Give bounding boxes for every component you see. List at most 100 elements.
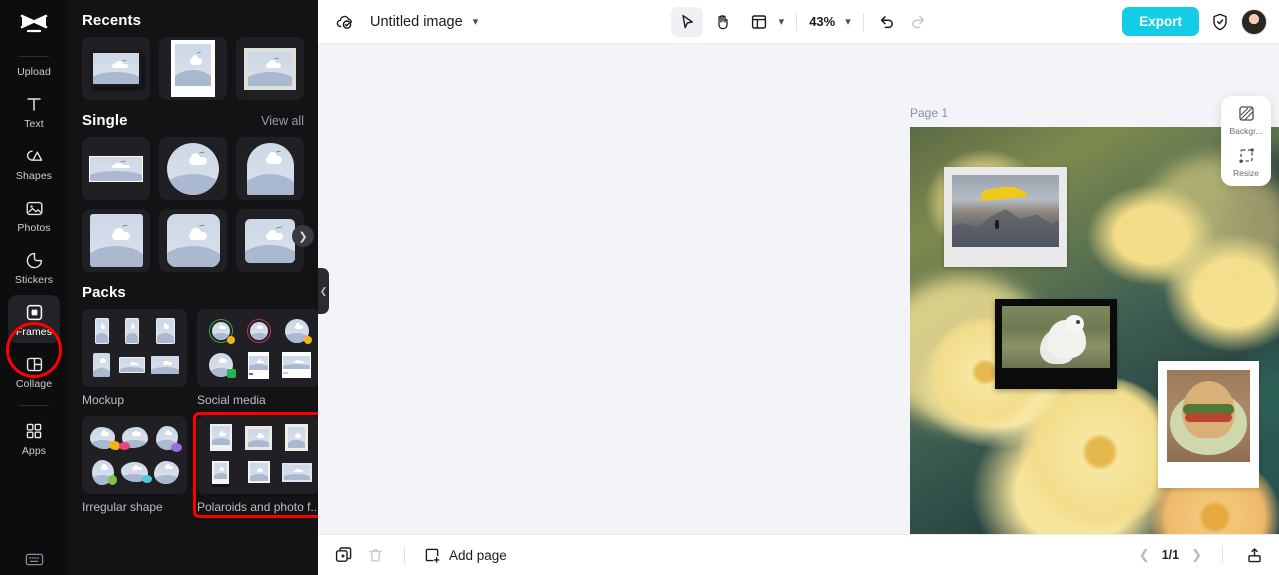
sidebar-item-label: Photos xyxy=(17,222,51,234)
pack-thumb-mockup xyxy=(82,309,187,387)
sidebar-item-label: Text xyxy=(24,118,44,130)
pack-social-media[interactable]: Social media xyxy=(197,309,318,407)
packs-header: Packs xyxy=(82,272,304,309)
frames-icon xyxy=(23,301,45,323)
left-rail: Upload Text Shapes Photos Stickers Frame… xyxy=(0,0,68,575)
chevron-left-icon[interactable]: ❮ xyxy=(318,268,329,314)
frame-thumb-dark-shadow[interactable] xyxy=(82,37,150,100)
mountain-shape xyxy=(952,209,1059,247)
single-grid-row1 xyxy=(82,137,304,200)
sidebar-item-upload[interactable]: Upload xyxy=(8,48,60,83)
recents-title: Recents xyxy=(82,12,142,29)
canvas-tools: ▾ 43% ▾ xyxy=(670,6,930,37)
sidebar-item-label: Upload xyxy=(17,66,51,78)
canvas-area[interactable]: Page 1 Backgr... Resize xyxy=(318,44,1279,534)
paraglider-polaroid-frame[interactable] xyxy=(944,167,1067,267)
sidebar-item-label: Shapes xyxy=(15,170,53,182)
puppy-black-frame[interactable] xyxy=(995,299,1117,389)
export-tray-icon[interactable] xyxy=(1243,544,1265,566)
background-button[interactable]: Backgr... xyxy=(1221,104,1271,136)
burger-photo xyxy=(1167,370,1250,462)
chevron-right-icon[interactable]: ❯ xyxy=(1191,547,1202,563)
trash-icon[interactable] xyxy=(364,544,386,566)
bottombar-divider xyxy=(404,546,405,564)
background-icon xyxy=(1237,104,1256,123)
sidebar-item-label: Apps xyxy=(21,445,47,457)
top-toolbar: Untitled image ▾ ▾ 43% ▾ Export xyxy=(318,0,1279,44)
single-title: Single xyxy=(82,112,128,129)
artboard[interactable] xyxy=(910,127,1279,534)
frame-thumb-circle[interactable] xyxy=(159,137,227,200)
chevron-down-icon[interactable]: ▾ xyxy=(779,15,785,28)
frame-thumb-mat-border[interactable] xyxy=(236,37,304,100)
sidebar-item-label: Collage xyxy=(15,378,53,390)
add-page-button[interactable]: Add page xyxy=(423,546,507,565)
recents-header: Recents xyxy=(82,0,304,37)
add-page-icon xyxy=(423,546,442,565)
pack-label: Irregular shape xyxy=(82,500,163,514)
layout-tool[interactable] xyxy=(743,7,775,37)
export-button[interactable]: Export xyxy=(1122,7,1199,36)
sidebar-item-stickers[interactable]: Stickers xyxy=(8,243,60,291)
bottom-bar: Add page ❮ 1/1 ❯ xyxy=(318,534,1279,575)
redo-icon[interactable] xyxy=(908,11,930,33)
zoom-level[interactable]: 43% xyxy=(809,14,835,29)
sidebar-item-collage[interactable]: Collage xyxy=(8,347,60,395)
chevron-right-icon[interactable]: ❯ xyxy=(292,225,314,247)
sidebar-item-apps[interactable]: Apps xyxy=(8,414,60,462)
burger-bun-shape xyxy=(1181,381,1236,439)
frame-thumb-thin-rect[interactable] xyxy=(82,137,150,200)
resize-button[interactable]: Resize xyxy=(1221,146,1271,178)
shapes-icon xyxy=(23,145,45,167)
select-tool[interactable] xyxy=(670,6,703,37)
avatar[interactable] xyxy=(1240,8,1267,35)
paraglider-canopy xyxy=(979,185,1028,202)
recents-grid xyxy=(82,37,304,100)
packs-grid: Mockup Social media Irregular shape Pola… xyxy=(82,309,318,518)
sidebar-item-label: Frames xyxy=(15,326,53,338)
frame-thumb-rounded-corner[interactable] xyxy=(159,209,227,272)
pack-mockup[interactable]: Mockup xyxy=(82,309,187,407)
collage-icon xyxy=(23,353,45,375)
add-page-label: Add page xyxy=(449,547,507,563)
pack-irregular-shape[interactable]: Irregular shape xyxy=(82,416,187,514)
frame-thumb-arch[interactable] xyxy=(236,137,304,200)
single-grid-row2 xyxy=(82,209,304,272)
sidebar-item-text[interactable]: Text xyxy=(8,87,60,135)
toolbar-divider-1 xyxy=(796,12,798,31)
pack-polaroids-and-photo-frames[interactable]: Polaroids and photo f... xyxy=(192,412,318,518)
burger-polaroid-frame[interactable] xyxy=(1158,361,1259,488)
view-all-link[interactable]: View all xyxy=(261,114,304,128)
pager-divider xyxy=(1222,546,1223,564)
hand-tool[interactable] xyxy=(707,7,739,37)
apps-icon xyxy=(23,420,45,442)
sidebar-item-photos[interactable]: Photos xyxy=(8,191,60,239)
frame-thumb-square-rounded[interactable] xyxy=(82,209,150,272)
frame-thumb-polaroid-portrait[interactable] xyxy=(159,37,227,100)
canvas-float-panel: Backgr... Resize xyxy=(1221,96,1271,186)
sidebar-item-shapes[interactable]: Shapes xyxy=(8,139,60,187)
cloud-saved-icon[interactable] xyxy=(334,11,356,33)
single-header: Single View all xyxy=(82,100,304,137)
paraglider-photo xyxy=(952,175,1059,247)
rail-divider-bottom xyxy=(19,405,49,406)
page-navigation: ❮ 1/1 ❯ xyxy=(1139,544,1265,566)
pack-thumb-polaroids xyxy=(197,416,318,494)
keyboard-shortcuts-button[interactable] xyxy=(0,552,68,567)
document-title[interactable]: Untitled image xyxy=(370,14,463,30)
photos-icon xyxy=(23,197,45,219)
shield-check-icon[interactable] xyxy=(1209,11,1231,33)
paraglider-pilot xyxy=(994,219,999,229)
undo-icon[interactable] xyxy=(876,11,898,33)
background-label: Backgr... xyxy=(1229,126,1263,136)
text-icon xyxy=(23,93,45,115)
chevron-down-icon[interactable]: ▾ xyxy=(845,15,851,28)
puppy-photo xyxy=(1002,306,1110,368)
pack-label: Social media xyxy=(197,393,266,407)
resize-label: Resize xyxy=(1233,168,1259,178)
chevron-down-icon[interactable]: ▾ xyxy=(473,15,479,28)
capcut-logo-icon[interactable] xyxy=(12,10,56,40)
duplicate-page-icon[interactable] xyxy=(332,544,354,566)
chevron-left-icon[interactable]: ❮ xyxy=(1139,547,1150,563)
sidebar-item-frames[interactable]: Frames xyxy=(8,295,60,343)
